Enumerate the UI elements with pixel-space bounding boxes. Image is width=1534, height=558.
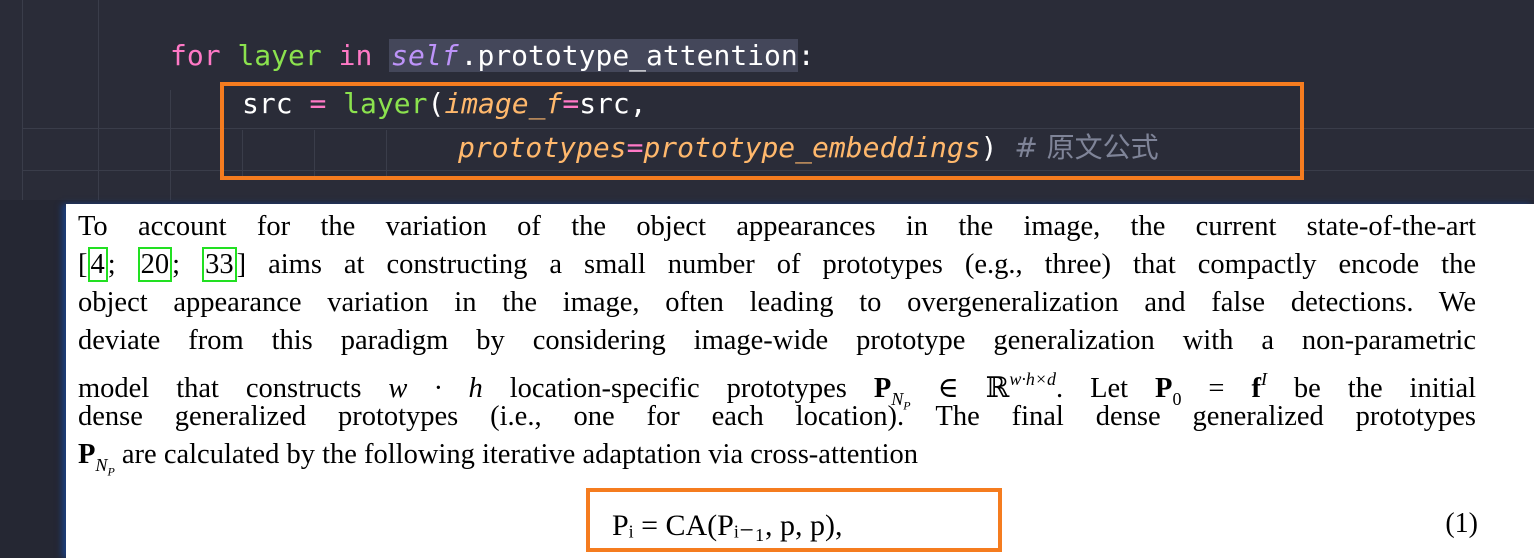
indent-guide [170,90,171,200]
keyword-in: in [338,39,373,72]
citation-link[interactable]: 4 [87,247,108,282]
variable-layer: layer [237,39,322,72]
attribute-name: .prototype_attention [460,39,798,72]
equation: Pᵢ = CA(Pᵢ₋₁, p, p), [612,509,843,542]
math-P-NP: P [78,439,96,470]
self-keyword: self [389,39,461,72]
keyword-for: for [170,39,221,72]
code-editor[interactable]: for layer in self.prototype_attention: s… [0,0,1534,200]
citation-link[interactable]: 33 [202,247,237,282]
paragraph-line: [4; 20; 33] aims at constructing a small… [78,247,1476,282]
paper-excerpt: To account for the variation of the obje… [66,204,1534,558]
paragraph-line: model that constructs w · h location-spe… [78,369,1477,413]
code-line-1[interactable]: for layer in self.prototype_attention: [170,36,815,76]
citation-link[interactable]: 20 [137,247,173,282]
equation-number: (1) [1445,508,1478,539]
paragraph-line: deviate from this paradigm by considerin… [78,325,1476,356]
line-text: are calculated by the following iterativ… [121,439,919,470]
paragraph-line: object appearance variation in the image… [78,287,1476,318]
paragraph-line: To account for the variation of the obje… [78,211,1476,242]
line-text: ] aims at constructing a small number of… [236,249,1476,280]
paragraph-line: PNP are calculated by the following iter… [78,439,919,479]
code-highlight-box [220,82,1304,180]
paragraph-line: dense generalized prototypes (i.e., one … [78,401,1476,432]
paper-paragraph: To account for the variation of the obje… [78,208,1477,479]
colon: : [797,39,815,72]
